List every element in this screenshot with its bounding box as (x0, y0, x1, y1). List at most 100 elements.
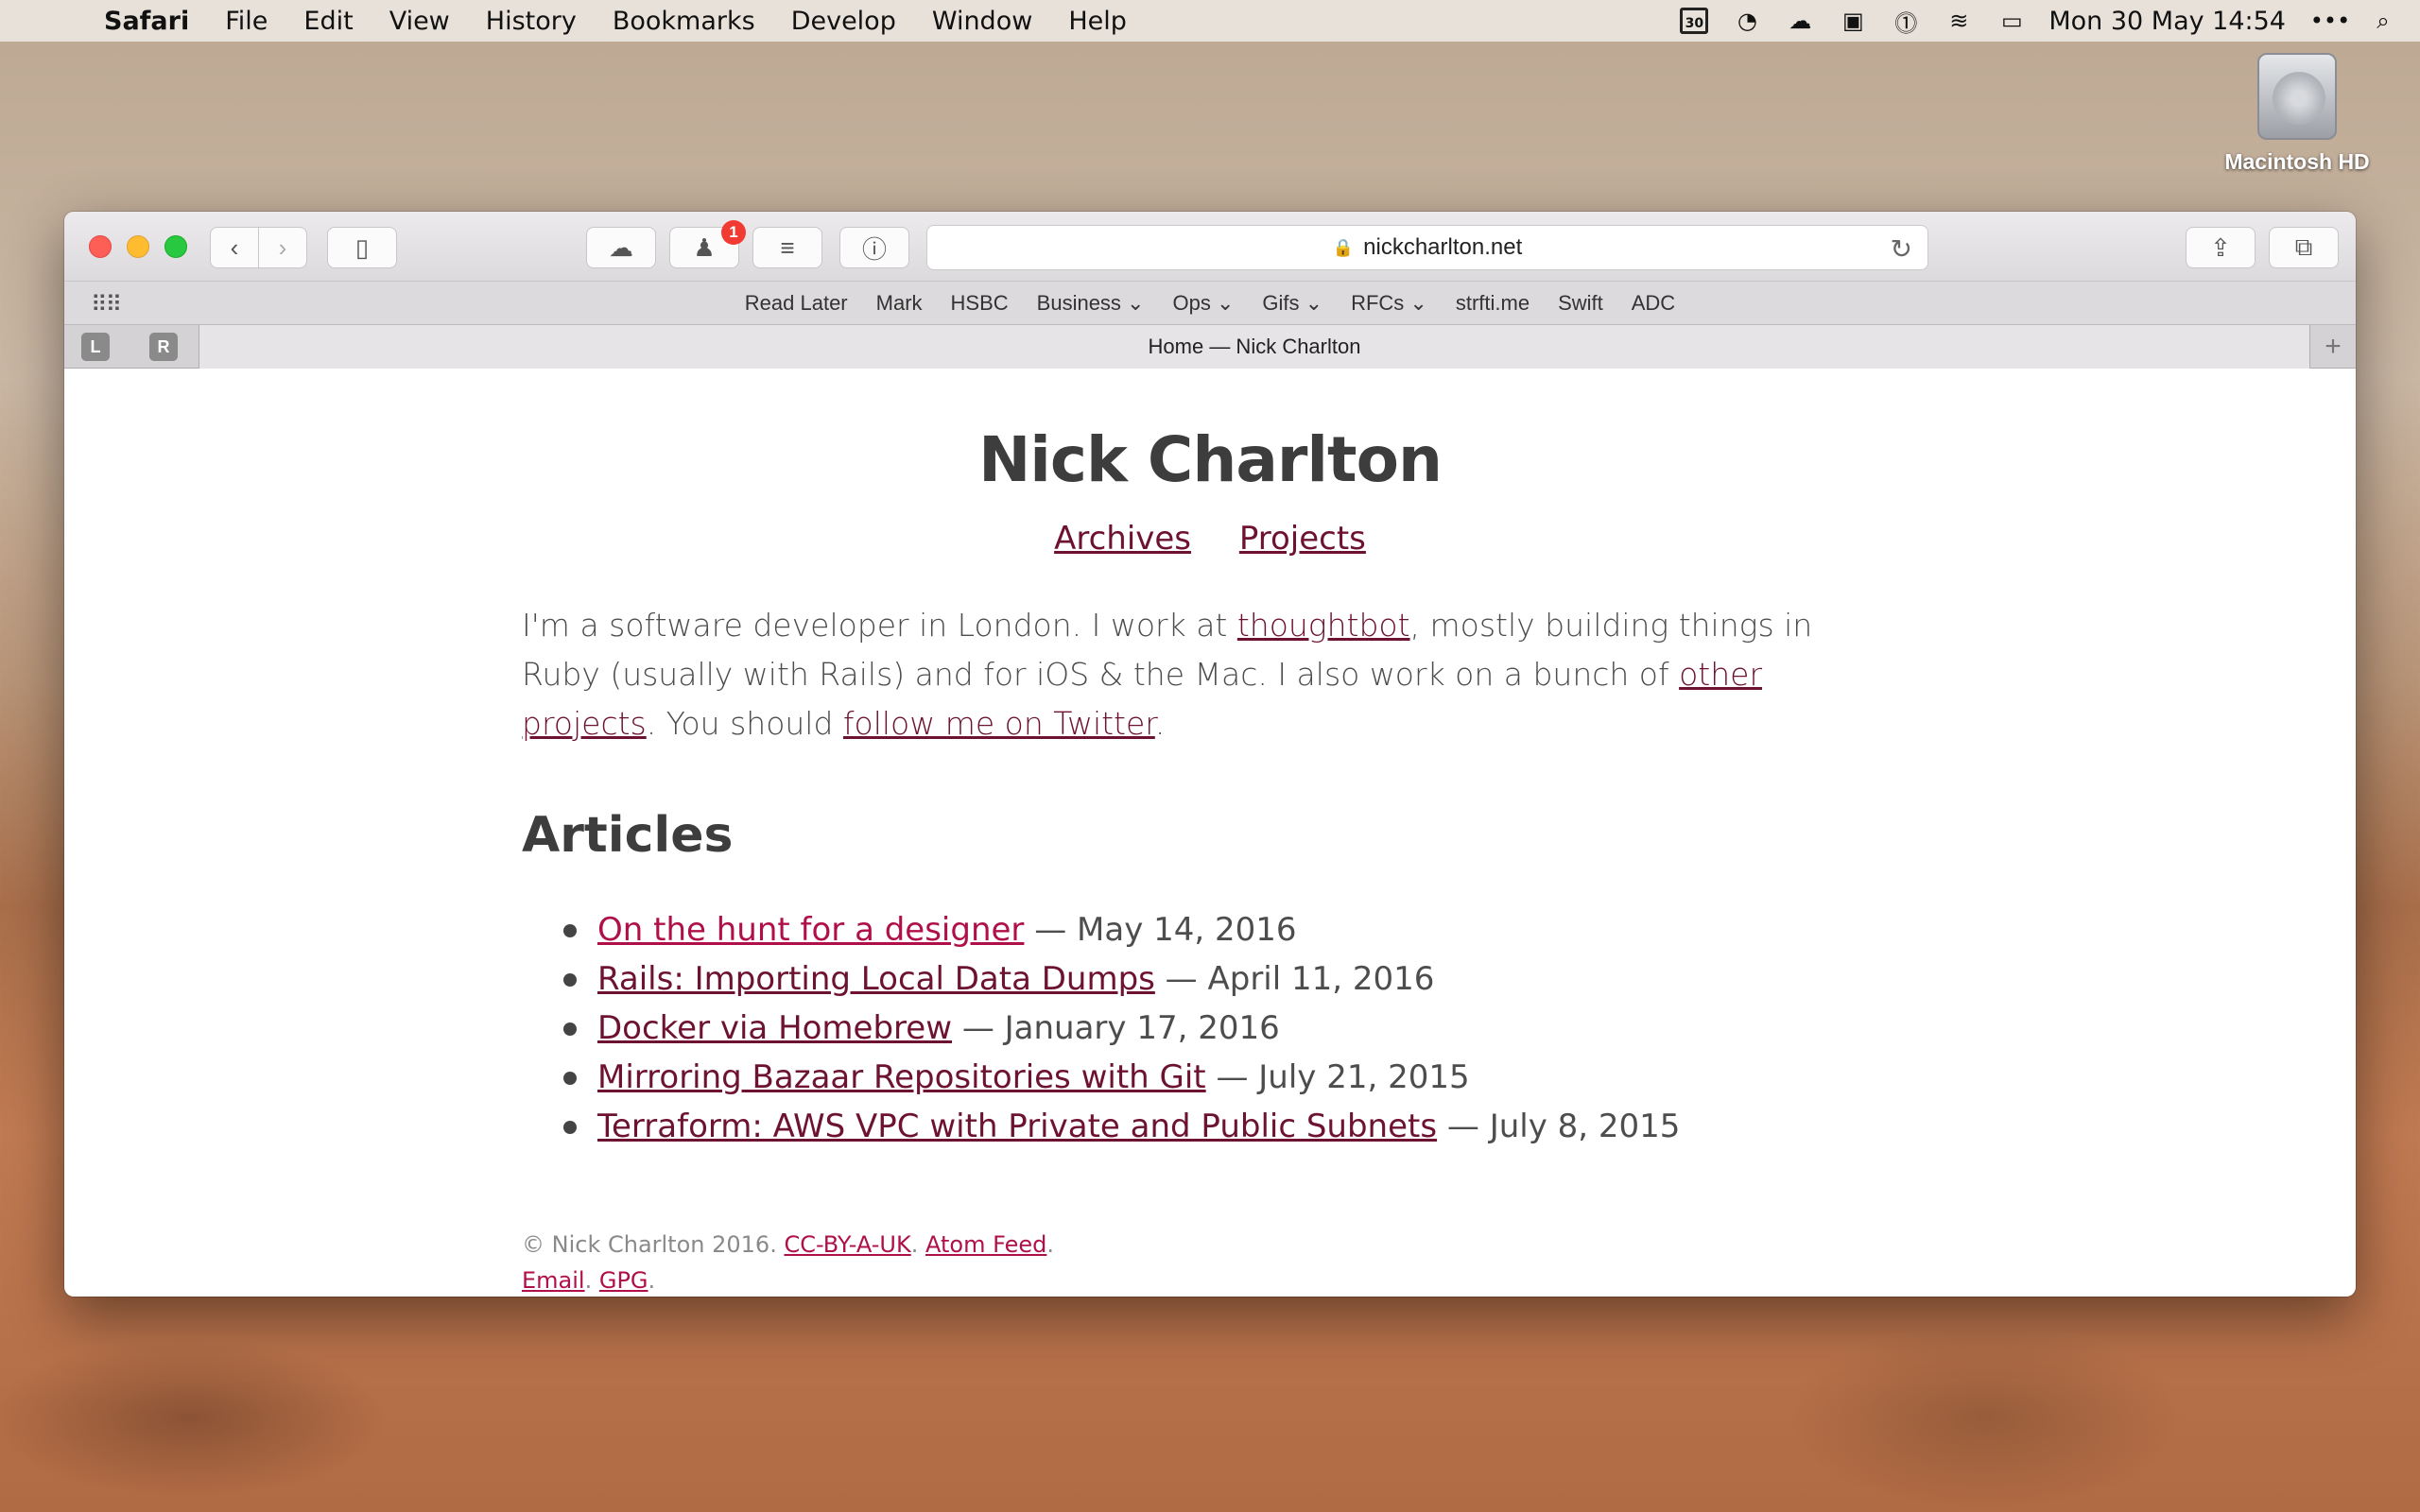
close-window-button[interactable] (89, 235, 112, 258)
1password-button[interactable]: ⓘ (839, 227, 909, 268)
forward-button[interactable]: › (258, 227, 307, 268)
calendar-icon[interactable]: 30 (1678, 7, 1710, 35)
battery-icon[interactable]: ▭ (1996, 7, 2028, 35)
menu-develop[interactable]: Develop (791, 7, 896, 36)
menu-bar: Safari File Edit View History Bookmarks … (0, 0, 2420, 42)
site-nav: Archives Projects (64, 520, 2356, 558)
address-bar[interactable]: 🔒 nickcharlton.net ↻ (926, 225, 1928, 270)
license-link[interactable]: CC-BY-A-UK (784, 1231, 910, 1258)
article-date: — April 11, 2016 (1154, 960, 1435, 998)
favorite-hsbc[interactable]: HSBC (951, 291, 1009, 316)
cloud-icon: ☁ (609, 232, 633, 262)
active-tab[interactable]: Home — Nick Charlton (199, 325, 2310, 369)
cloud-icon[interactable]: ☁ (1784, 7, 1816, 35)
password-manager-icon[interactable]: ⓵ (1890, 7, 1922, 37)
tabs-icon: ⧉ (2294, 232, 2313, 261)
buffer-button[interactable]: ≡ (752, 227, 822, 268)
tab-overview-button[interactable]: ⧉ (2269, 227, 2339, 268)
spotlight-search-icon[interactable]: ⌕ (2367, 7, 2399, 35)
nav-projects-link[interactable]: Projects (1239, 520, 1366, 558)
list-item: Docker via Homebrew — January 17, 2016 (562, 1004, 1680, 1053)
footer-separator: . (910, 1231, 925, 1258)
intro-text-3: . You should (646, 705, 843, 742)
safari-window: ‹ › ▯ ☁ ♟ 1 ≡ ⓘ 🔒 nickcharlton.net ↻ ⇪ ⧉… (64, 212, 2356, 1297)
lock-icon: 🔒 (1332, 237, 1355, 257)
menu-bookmarks[interactable]: Bookmarks (613, 7, 755, 36)
chevron-right-icon: › (278, 232, 287, 262)
back-button[interactable]: ‹ (210, 227, 259, 268)
menu-window[interactable]: Window (932, 7, 1032, 36)
article-link[interactable]: On the hunt for a designer (597, 911, 1024, 949)
share-button[interactable]: ⇪ (2186, 227, 2256, 268)
wifi-icon[interactable]: ≋ (1943, 7, 1975, 35)
sidebar-button[interactable]: ▯ (327, 227, 397, 268)
favorite-rfcs-folder[interactable]: RFCs ⌄ (1351, 291, 1427, 316)
speedometer-icon[interactable]: ◔ (1731, 7, 1763, 35)
minimize-window-button[interactable] (127, 235, 149, 258)
favorite-gifs-folder[interactable]: Gifs ⌄ (1262, 291, 1322, 316)
favorite-strftime[interactable]: strfti.me (1456, 291, 1530, 316)
chevron-left-icon: ‹ (230, 232, 239, 262)
gpg-link[interactable]: GPG (599, 1267, 648, 1294)
favorite-read-later[interactable]: Read Later (745, 291, 848, 316)
footer-separator: . (648, 1267, 656, 1294)
article-date: — July 8, 2015 (1437, 1108, 1681, 1145)
email-link[interactable]: Email (522, 1267, 585, 1294)
articles-heading: Articles (522, 807, 734, 864)
plus-icon: + (2325, 331, 2342, 362)
footer-separator: . (584, 1267, 599, 1294)
menu-app-name[interactable]: Safari (104, 7, 189, 36)
intro-paragraph: I'm a software developer in London. I wo… (522, 601, 1864, 748)
list-item: Rails: Importing Local Data Dumps — Apri… (562, 954, 1680, 1004)
menu-edit[interactable]: Edit (303, 7, 353, 36)
footer-line-1: © Nick Charlton 2016. CC-BY-A-UK. Atom F… (522, 1227, 1054, 1263)
footer-separator: . (1046, 1231, 1054, 1258)
articles-list: On the hunt for a designer — May 14, 201… (562, 905, 1681, 1151)
favorite-adc[interactable]: ADC (1632, 291, 1675, 316)
url-text: nickcharlton.net (1363, 234, 1523, 260)
favorite-business-folder[interactable]: Business ⌄ (1037, 291, 1145, 316)
favorite-swift[interactable]: Swift (1558, 291, 1603, 316)
article-link[interactable]: Mirroring Bazaar Repositories with Git (597, 1058, 1206, 1096)
new-tab-button[interactable]: + (2310, 325, 2356, 369)
intro-text-4: . (1154, 705, 1166, 742)
icloud-tabs-button[interactable]: ☁ (586, 227, 656, 268)
footer-line-2: Email. GPG. (522, 1263, 1054, 1297)
web-page: Nick Charlton Archives Projects I'm a so… (64, 369, 2356, 1294)
article-date: — May 14, 2016 (1024, 911, 1297, 949)
article-link[interactable]: Rails: Importing Local Data Dumps (597, 960, 1155, 998)
atom-feed-link[interactable]: Atom Feed (925, 1231, 1046, 1258)
more-icon[interactable]: ••• (2310, 7, 2350, 35)
zoom-window-button[interactable] (164, 235, 187, 258)
status-area: 30 ◔ ☁ ▣ ⓵ ≋ ▭ Mon 30 May 14:54 ••• ⌕ (1678, 0, 2420, 42)
ghost-box-icon[interactable]: ▣ (1837, 7, 1869, 35)
desktop-disk-icon[interactable]: Macintosh HD (2203, 53, 2392, 175)
menu-history[interactable]: History (486, 7, 577, 36)
twitter-link[interactable]: follow me on Twitter (843, 705, 1155, 742)
menu-help[interactable]: Help (1068, 7, 1127, 36)
reload-icon[interactable]: ↻ (1891, 233, 1912, 265)
list-item: On the hunt for a designer — May 14, 201… (562, 905, 1680, 954)
page-footer: © Nick Charlton 2016. CC-BY-A-UK. Atom F… (522, 1227, 1054, 1297)
calendar-day: 30 (1680, 8, 1709, 34)
favorite-ops-folder[interactable]: Ops ⌄ (1172, 291, 1234, 316)
ghost-icon: ♟ (693, 232, 716, 262)
favorite-mark[interactable]: Mark (876, 291, 923, 316)
site-title: Nick Charlton (978, 423, 1443, 496)
article-link[interactable]: Docker via Homebrew (597, 1009, 952, 1047)
password-icon: ⓘ (861, 234, 887, 264)
pinned-tab-l[interactable]: L (81, 333, 110, 361)
clock[interactable]: Mon 30 May 14:54 (2048, 7, 2286, 36)
menu-file[interactable]: File (225, 7, 268, 36)
hard-drive-icon (2257, 53, 2337, 140)
share-icon: ⇪ (2210, 232, 2231, 262)
menu-view[interactable]: View (389, 7, 450, 36)
thoughtbot-link[interactable]: thoughtbot (1237, 607, 1410, 644)
ghostery-button[interactable]: ♟ 1 (669, 220, 746, 268)
article-link[interactable]: Terraform: AWS VPC with Private and Publ… (597, 1108, 1437, 1145)
layers-icon: ≡ (780, 232, 795, 262)
nav-archives-link[interactable]: Archives (1054, 520, 1191, 558)
pinned-tab-r[interactable]: R (149, 333, 178, 361)
intro-text-1: I'm a software developer in London. I wo… (522, 607, 1237, 644)
tab-bar: L R Home — Nick Charlton + (64, 325, 2356, 369)
